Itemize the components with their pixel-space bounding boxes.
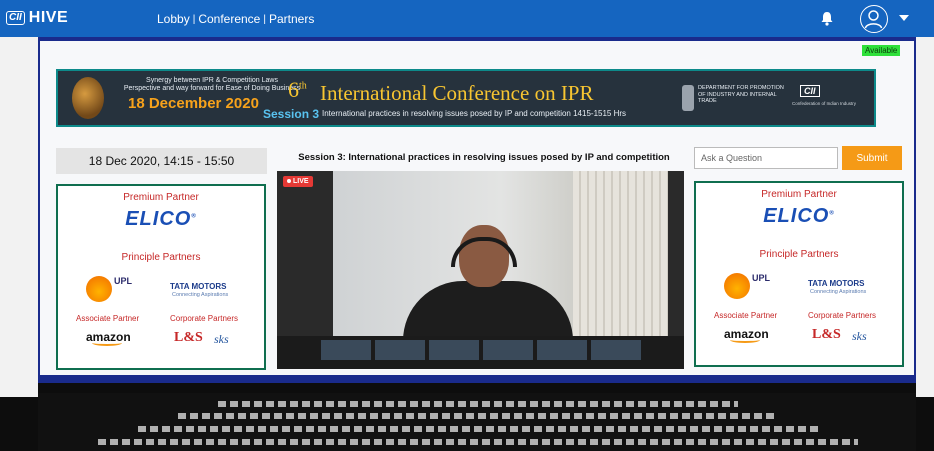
edition-number: 6 (288, 77, 299, 102)
nav-partners[interactable]: Partners (269, 12, 314, 26)
live-dot (287, 179, 291, 184)
stage-screen: Available Synergy between IPR & Competit… (38, 37, 916, 383)
seat-row (98, 439, 858, 445)
stage-frame-left (0, 37, 38, 397)
corporate-heading: Corporate Partners (808, 311, 877, 320)
chevron-down-icon[interactable] (899, 15, 909, 21)
banner-session-desc: International practices in resolving iss… (322, 109, 627, 118)
sks-logo[interactable]: sks (852, 329, 867, 344)
globe-graphic (72, 77, 104, 119)
participant-thumb[interactable] (429, 340, 479, 360)
nav-lobby[interactable]: Lobby (157, 12, 190, 26)
banner-theme-line2: Perspective and way forward for Ease of … (123, 85, 301, 92)
participant-thumb[interactable] (483, 340, 533, 360)
amazon-smile-icon (92, 340, 122, 346)
tata-logo[interactable]: TATA MOTORS (808, 279, 864, 288)
nav-conference[interactable]: Conference (198, 12, 260, 26)
banner-date: 18 December 2020 (128, 95, 259, 112)
auditorium-seats (38, 393, 916, 451)
main-nav: Lobby | Conference | Partners (157, 12, 314, 26)
user-silhouette (864, 10, 883, 29)
virtual-stage: Available Synergy between IPR & Competit… (0, 37, 934, 451)
partners-panel-left: Premium Partner ELICO® Principle Partner… (56, 184, 266, 370)
seat-row (218, 401, 738, 407)
stage-frame-right (916, 37, 934, 397)
cii-banner-sub: Confederation of Indian Industry (791, 101, 857, 106)
banner-theme: Synergy between IPR & Competition Laws P… (112, 77, 312, 93)
hive-logo: HIVE (28, 9, 69, 26)
sks-logo[interactable]: sks (214, 332, 229, 347)
emblem-icon (682, 85, 694, 111)
live-video-player[interactable]: LIVE (277, 171, 684, 369)
seat-row (178, 413, 778, 419)
tata-tagline: Connecting Aspirations (810, 289, 867, 295)
tata-tagline: Connecting Aspirations (172, 292, 229, 298)
edition-suffix: th (299, 80, 307, 92)
banner-edition: 6th (288, 77, 307, 103)
live-label: LIVE (293, 178, 309, 185)
principle-heading: Principle Partners (121, 252, 201, 263)
dept-logo-text: DEPARTMENT FOR PROMOTION OF INDUSTRY AND… (698, 85, 784, 104)
premium-heading: Premium Partner (123, 192, 199, 203)
upl-logo-text: UPL (752, 273, 770, 283)
nav-separator: | (192, 13, 196, 25)
banner-session: Session 3 (263, 107, 320, 121)
participant-thumb[interactable] (375, 340, 425, 360)
banner-title: International Conference on IPR (320, 81, 594, 105)
upl-logo-text: UPL (114, 276, 132, 286)
elico-reg: ® (191, 213, 197, 220)
amazon-smile-icon (730, 337, 760, 343)
elico-logo[interactable]: ELICO® (696, 205, 902, 228)
user-profile-icon[interactable] (860, 5, 888, 33)
partners-panel-right: Premium Partner ELICO® Principle Partner… (694, 181, 904, 367)
submit-button[interactable]: Submit (842, 146, 902, 170)
participant-thumb[interactable] (537, 340, 587, 360)
conference-banner: Synergy between IPR & Competition Laws P… (56, 69, 876, 127)
seat-row (138, 426, 818, 432)
video-blinds (573, 171, 668, 336)
participant-strip (277, 336, 684, 369)
elico-reg: ® (829, 210, 835, 217)
participant-thumb[interactable] (591, 340, 641, 360)
cii-banner-logo: CII (800, 85, 820, 97)
ls-logo[interactable]: L&S (174, 330, 203, 346)
ls-logo[interactable]: L&S (812, 327, 841, 343)
principle-heading: Principle Partners (759, 249, 839, 260)
upl-logo-icon[interactable] (724, 273, 750, 299)
nav-separator: | (263, 13, 266, 25)
cii-logo: CII (6, 11, 25, 25)
banner-theme-line1: Synergy between IPR & Competition Laws (146, 77, 278, 84)
session-time: 18 Dec 2020, 14:15 - 15:50 (56, 148, 267, 174)
participant-thumb[interactable] (321, 340, 371, 360)
live-badge: LIVE (283, 176, 313, 187)
corporate-heading: Corporate Partners (170, 314, 239, 323)
elico-logo[interactable]: ELICO® (58, 208, 264, 231)
tata-logo[interactable]: TATA MOTORS (170, 282, 226, 291)
brand-logo[interactable]: CII HIVE (6, 9, 68, 27)
elico-text: ELICO (763, 205, 830, 227)
associate-heading: Associate Partner (76, 314, 140, 323)
upl-logo-icon[interactable] (86, 276, 112, 302)
bell-icon[interactable] (820, 11, 834, 26)
session-title: Session 3: International practices in re… (298, 152, 670, 163)
associate-heading: Associate Partner (714, 311, 778, 320)
premium-heading: Premium Partner (761, 189, 837, 200)
status-badge: Available (862, 45, 901, 56)
top-bar: CII HIVE Lobby | Conference | Partners (0, 0, 934, 37)
elico-text: ELICO (125, 208, 192, 230)
ask-question-input[interactable] (694, 147, 838, 169)
stage-content: Available Synergy between IPR & Competit… (40, 41, 914, 375)
